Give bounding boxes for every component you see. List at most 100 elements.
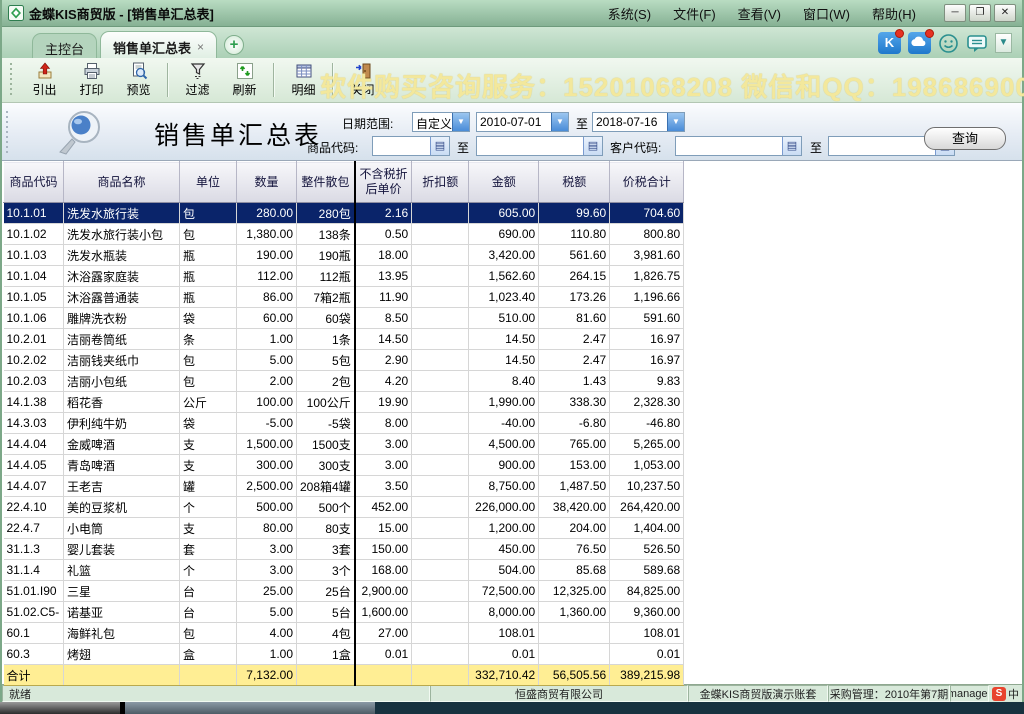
cell-tot[interactable]: 1,196.66 [610,287,684,308]
lookup-list-icon[interactable]: ▤ [430,137,449,155]
cell-unit[interactable]: 包 [180,371,237,392]
cell-tot[interactable]: 389,215.98 [610,665,684,686]
table-row[interactable]: 10.2.01洁丽卷筒纸条1.001条14.5014.502.4716.97 [4,329,684,350]
kingdee-k-icon[interactable]: K [878,32,901,54]
cell-name[interactable]: 诺基亚 [64,602,180,623]
cell-price[interactable]: 2,900.00 [355,581,412,602]
cell-code[interactable]: 60.1 [4,623,64,644]
minimize-button[interactable]: ─ [944,4,966,22]
cell-name[interactable]: 洁丽卷筒纸 [64,329,180,350]
cell-disc[interactable] [412,539,469,560]
cell-tot[interactable]: 704.60 [610,203,684,224]
cell-code[interactable]: 10.1.02 [4,224,64,245]
table-row[interactable]: 60.3烤翅盒1.001盒0.010.010.01 [4,644,684,665]
cell-amt[interactable]: 1,200.00 [469,518,539,539]
cell-name[interactable]: 洗发水旅行装 [64,203,180,224]
cell-price[interactable]: 2.90 [355,350,412,371]
cell-amt[interactable]: 690.00 [469,224,539,245]
cell-qty[interactable]: 1,380.00 [237,224,297,245]
taskbar-segment[interactable] [125,702,375,714]
cell-unit[interactable]: 包 [180,203,237,224]
cell-amt[interactable]: 510.00 [469,308,539,329]
cell-tax[interactable]: 765.00 [539,434,610,455]
cell-amt[interactable]: 14.50 [469,350,539,371]
cell-tax[interactable]: 561.60 [539,245,610,266]
cell-qty[interactable]: 7,132.00 [237,665,297,686]
cell-tot[interactable]: 589.68 [610,560,684,581]
cell-price[interactable]: 2.16 [355,203,412,224]
cell-qty[interactable]: 60.00 [237,308,297,329]
chevron-down-icon[interactable]: ▼ [995,33,1012,53]
product-code-from-field[interactable]: ▤ [372,136,450,156]
cell-qty[interactable]: 1.00 [237,644,297,665]
cell-unit[interactable]: 台 [180,602,237,623]
cell-tax[interactable]: 110.80 [539,224,610,245]
cell-tax[interactable] [539,623,610,644]
cell-name[interactable] [64,665,180,686]
lookup-list-icon[interactable]: ▤ [782,137,801,155]
cell-tot[interactable]: 1,404.00 [610,518,684,539]
cell-tax[interactable]: 38,420.00 [539,497,610,518]
cell-tax[interactable]: 2.47 [539,350,610,371]
cell-name[interactable]: 伊利纯牛奶 [64,413,180,434]
cell-name[interactable]: 稻花香 [64,392,180,413]
detail-button[interactable]: 明细 [280,60,327,100]
cell-code[interactable]: 10.2.02 [4,350,64,371]
cell-amt[interactable]: 14.50 [469,329,539,350]
menu-view[interactable]: 查看(V) [738,4,781,23]
cell-name[interactable]: 婴儿套装 [64,539,180,560]
cell-amt[interactable]: 1,562.60 [469,266,539,287]
cell-code[interactable]: 14.4.07 [4,476,64,497]
cell-code[interactable]: 14.4.04 [4,434,64,455]
cell-code[interactable]: 10.2.01 [4,329,64,350]
cell-unit[interactable]: 袋 [180,413,237,434]
column-header-price[interactable]: 不含税折后单价 [355,162,412,203]
cell-code[interactable]: 14.4.05 [4,455,64,476]
cell-price[interactable]: 15.00 [355,518,412,539]
cell-disc[interactable] [412,287,469,308]
date-to-select[interactable]: 2018-07-16 ▼ [592,112,685,132]
cell-tot[interactable]: 9.83 [610,371,684,392]
close-view-button[interactable]: 关闭 [339,60,386,100]
cell-qty[interactable]: 280.00 [237,203,297,224]
cell-amt[interactable]: 450.00 [469,539,539,560]
cell-code[interactable]: 10.1.01 [4,203,64,224]
cell-tot[interactable]: 526.50 [610,539,684,560]
table-row[interactable]: 10.1.01洗发水旅行装包280.00280包2.16605.0099.607… [4,203,684,224]
cell-tax[interactable]: 1,487.50 [539,476,610,497]
cell-tot[interactable]: 1,053.00 [610,455,684,476]
sogou-icon[interactable]: S [992,687,1006,701]
cell-unit[interactable]: 支 [180,455,237,476]
cell-disc[interactable] [412,476,469,497]
cell-pack[interactable] [297,665,355,686]
cell-unit[interactable]: 支 [180,434,237,455]
column-header-unit[interactable]: 单位 [180,162,237,203]
cell-tax[interactable]: 204.00 [539,518,610,539]
column-header-name[interactable]: 商品名称 [64,162,180,203]
menu-file[interactable]: 文件(F) [673,4,716,23]
table-row[interactable]: 60.1海鲜礼包包4.004包27.00108.01108.01 [4,623,684,644]
cell-amt[interactable]: 4,500.00 [469,434,539,455]
cell-unit[interactable]: 盒 [180,644,237,665]
cell-unit[interactable]: 包 [180,224,237,245]
cell-code[interactable]: 22.4.7 [4,518,64,539]
cell-tax[interactable]: 153.00 [539,455,610,476]
cell-qty[interactable]: 190.00 [237,245,297,266]
cell-code[interactable]: 10.1.06 [4,308,64,329]
cell-tax[interactable]: 76.50 [539,539,610,560]
cell-amt[interactable]: 605.00 [469,203,539,224]
cell-tot[interactable]: 264,420.00 [610,497,684,518]
cell-name[interactable]: 洗发水旅行装小包 [64,224,180,245]
cell-unit[interactable]: 袋 [180,308,237,329]
cell-disc[interactable] [412,518,469,539]
cell-name[interactable]: 海鲜礼包 [64,623,180,644]
cell-price[interactable]: 8.00 [355,413,412,434]
cell-disc[interactable] [412,350,469,371]
product-code-to-input[interactable] [477,137,583,155]
cell-pack[interactable]: -5袋 [297,413,355,434]
cell-name[interactable]: 三星 [64,581,180,602]
cell-name[interactable]: 洗发水瓶装 [64,245,180,266]
cell-name[interactable]: 洁丽小包纸 [64,371,180,392]
cell-name[interactable]: 雕牌洗衣粉 [64,308,180,329]
cell-tax[interactable]: 81.60 [539,308,610,329]
